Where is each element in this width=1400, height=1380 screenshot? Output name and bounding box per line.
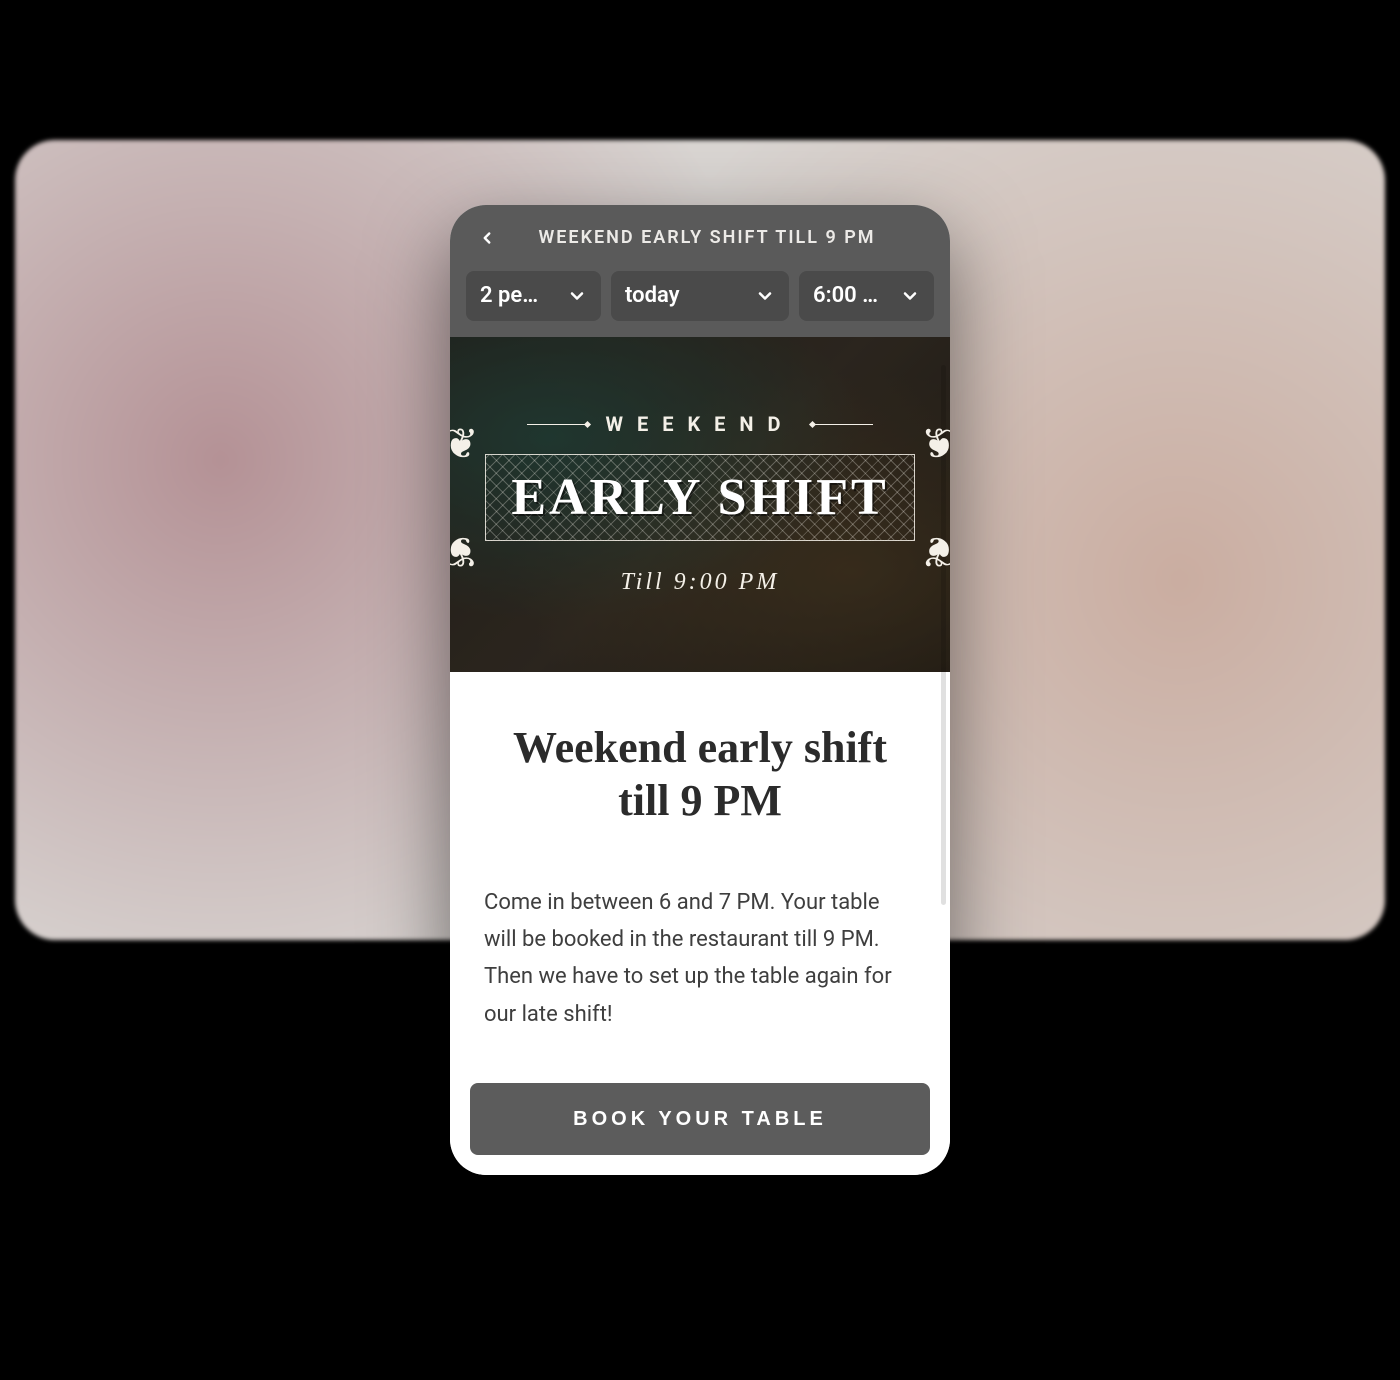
hero-subtext: Till 9:00 PM xyxy=(621,569,780,596)
rule-decoration xyxy=(813,424,873,425)
chevron-down-icon xyxy=(900,286,920,306)
content-heading: Weekend early shift till 9 PM xyxy=(484,722,916,828)
hero-eyebrow: WEEKEND xyxy=(527,412,872,436)
hero-main-text: EARLY SHIFT xyxy=(511,468,888,527)
book-table-button[interactable]: BOOK YOUR TABLE xyxy=(470,1083,930,1155)
booking-panel: WEEKEND EARLY SHIFT TILL 9 PM 2 pe… toda… xyxy=(450,205,950,1175)
hero-eyebrow-text: WEEKEND xyxy=(605,412,794,436)
content-body: Come in between 6 and 7 PM. Your table w… xyxy=(484,884,916,1034)
hero-main-frame: ❦ ❦ ❦ ❦ EARLY SHIFT xyxy=(485,454,914,541)
header-title: WEEKEND EARLY SHIFT TILL 9 PM xyxy=(518,227,930,248)
flourish-icon: ❦ xyxy=(450,424,479,466)
chevron-down-icon xyxy=(755,286,775,306)
time-select-label: 6:00 … xyxy=(813,283,892,308)
chevron-down-icon xyxy=(567,286,587,306)
people-select[interactable]: 2 pe… xyxy=(466,271,601,321)
flourish-icon: ❦ xyxy=(921,424,950,466)
chevron-left-icon xyxy=(478,229,496,247)
cta-area: BOOK YOUR TABLE xyxy=(450,1063,950,1175)
header-top-row: WEEKEND EARLY SHIFT TILL 9 PM xyxy=(466,219,934,257)
rule-decoration xyxy=(527,424,587,425)
selector-row: 2 pe… today 6:00 … xyxy=(466,271,934,321)
content-area: Weekend early shift till 9 PM Come in be… xyxy=(450,672,950,1063)
time-select[interactable]: 6:00 … xyxy=(799,271,934,321)
flourish-icon: ❦ xyxy=(921,529,950,571)
hero-banner: WEEKEND ❦ ❦ ❦ ❦ EARLY SHIFT Till 9:00 PM xyxy=(450,337,950,672)
flourish-icon: ❦ xyxy=(450,529,479,571)
people-select-label: 2 pe… xyxy=(480,283,559,308)
date-select[interactable]: today xyxy=(611,271,789,321)
back-button[interactable] xyxy=(470,221,504,255)
panel-header: WEEKEND EARLY SHIFT TILL 9 PM 2 pe… toda… xyxy=(450,205,950,337)
date-select-label: today xyxy=(625,283,747,308)
